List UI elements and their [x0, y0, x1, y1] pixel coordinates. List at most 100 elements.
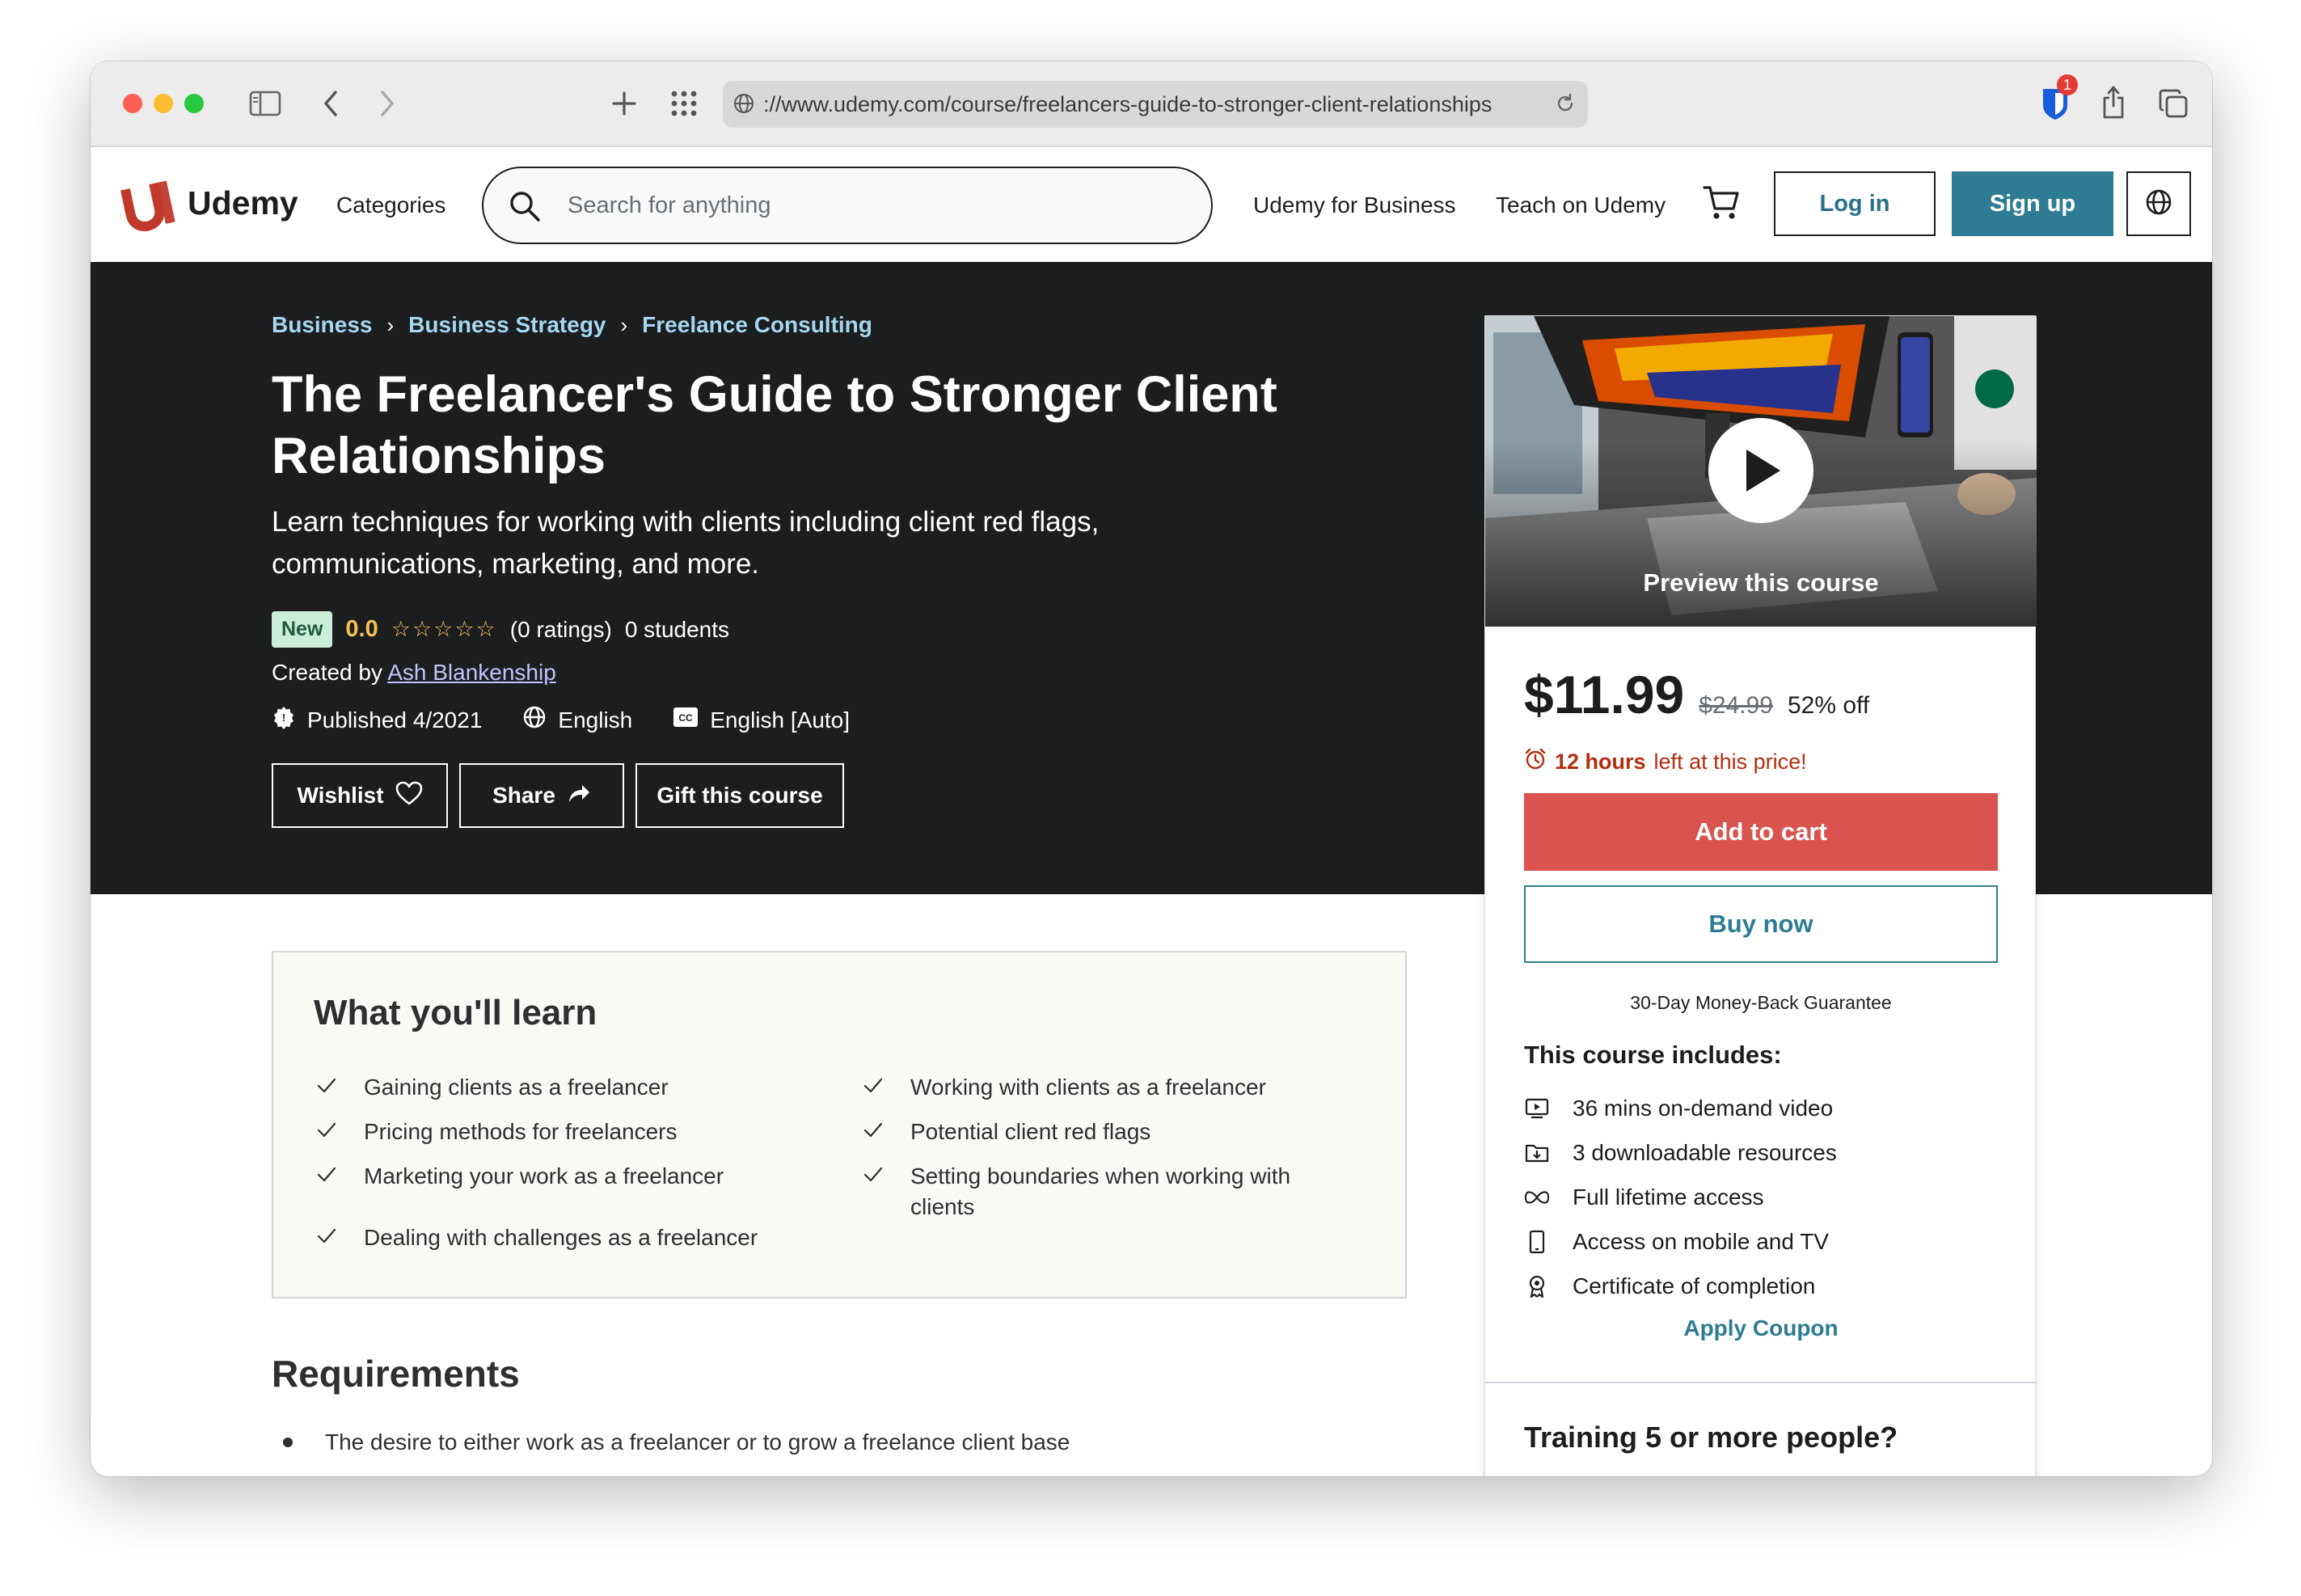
- new-badge: New: [272, 611, 333, 648]
- new-tab-icon[interactable]: [610, 89, 639, 118]
- includes-label: Certificate of completion: [1573, 1273, 1816, 1298]
- certificate-icon: [1524, 1274, 1550, 1298]
- breadcrumb-freelance-consulting[interactable]: Freelance Consulting: [642, 312, 872, 338]
- price-urgency: 12 hours left at this price!: [1524, 748, 1807, 776]
- learn-item: Marketing your work as a freelancer: [314, 1161, 799, 1192]
- includes-item: Certificate of completion: [1524, 1264, 2009, 1308]
- includes-item: Full lifetime access: [1524, 1175, 2009, 1219]
- includes-title: This course includes:: [1524, 1041, 1782, 1069]
- wishlist-button[interactable]: Wishlist: [272, 763, 448, 828]
- learn-item: Working with clients as a freelancer: [860, 1072, 1345, 1103]
- gift-course-button[interactable]: Gift this course: [635, 763, 844, 828]
- learn-title: What you'll learn: [314, 993, 597, 1032]
- udemy-logo-icon[interactable]: [115, 175, 181, 237]
- author-link[interactable]: Ash Blankenship: [387, 660, 556, 685]
- language-globe-icon: [522, 705, 547, 735]
- purchase-card: Preview this course $11.99 $24.99 52% of…: [1484, 315, 2037, 1476]
- course-preview-video[interactable]: Preview this course: [1485, 316, 2037, 627]
- search-bar[interactable]: [482, 167, 1213, 244]
- sidebar-toggle-icon[interactable]: [247, 87, 283, 120]
- course-captions: English [Auto]: [710, 707, 851, 733]
- zoom-window-button[interactable]: [184, 94, 204, 113]
- ratings-count[interactable]: (0 ratings): [510, 617, 612, 643]
- bullet-icon: [283, 1438, 293, 1447]
- extension-badge: 1: [2057, 74, 2078, 95]
- address-bar[interactable]: ://www.udemy.com/course/freelancers-guid…: [723, 81, 1588, 128]
- urgency-text: left at this price!: [1653, 749, 1807, 774]
- signup-button[interactable]: Sign up: [1952, 171, 2113, 236]
- forward-icon[interactable]: [375, 87, 399, 120]
- language-selector-button[interactable]: [2126, 171, 2191, 236]
- add-to-cart-button[interactable]: Add to cart: [1524, 793, 1998, 871]
- apply-coupon-link[interactable]: Apply Coupon: [1485, 1315, 2037, 1341]
- share-arrow-icon: [567, 783, 591, 809]
- course-subtitle: Learn techniques for working with client…: [272, 506, 1100, 580]
- close-window-button[interactable]: [123, 94, 142, 113]
- course-title: The Freelancer's Guide to Stronger Clien…: [272, 366, 1277, 484]
- checkmark-icon: [315, 1118, 338, 1149]
- includes-label: Access on mobile and TV: [1573, 1228, 1829, 1254]
- tab-overview-grid-icon[interactable]: [668, 89, 700, 118]
- udemy-logo-text[interactable]: Udemy: [188, 184, 298, 222]
- rating-value: 0.0: [345, 616, 378, 642]
- wishlist-label: Wishlist: [297, 783, 384, 808]
- breadcrumb: Business › Business Strategy › Freelance…: [272, 312, 872, 338]
- checkmark-icon: [862, 1118, 885, 1149]
- mobile-icon: [1524, 1230, 1550, 1254]
- learn-item: Pricing methods for freelancers: [314, 1117, 799, 1147]
- browser-window: ://www.udemy.com/course/freelancers-guid…: [91, 61, 2212, 1476]
- teach-on-udemy-link[interactable]: Teach on Udemy: [1496, 192, 1666, 218]
- learn-item: Potential client red flags: [860, 1117, 1345, 1147]
- breadcrumb-chevron-icon: ›: [386, 312, 395, 337]
- udemy-for-business-link[interactable]: Udemy for Business: [1253, 192, 1456, 218]
- breadcrumb-business[interactable]: Business: [272, 312, 373, 338]
- learn-item-text: Pricing methods for freelancers: [364, 1119, 678, 1144]
- learn-item-text: Setting boundaries when working with cli…: [910, 1163, 1291, 1219]
- includes-item: 3 downloadable resources: [1524, 1130, 2009, 1175]
- play-icon[interactable]: [1708, 418, 1813, 523]
- cart-icon[interactable]: [1703, 184, 1742, 226]
- checkmark-icon: [862, 1163, 885, 1193]
- download-icon: [1524, 1142, 1550, 1163]
- checkmark-icon: [315, 1163, 338, 1193]
- requirement-item: The desire to either work as a freelance…: [272, 1429, 1070, 1455]
- money-back-guarantee: 30-Day Money-Back Guarantee: [1630, 992, 1892, 1013]
- heart-icon: [395, 781, 423, 811]
- reload-icon[interactable]: [1554, 92, 1577, 120]
- learn-item-text: Marketing your work as a freelancer: [364, 1163, 724, 1189]
- svg-text:CC: CC: [679, 712, 694, 724]
- learn-item-text: Working with clients as a freelancer: [910, 1075, 1266, 1100]
- closed-captions-icon: CC: [673, 707, 699, 733]
- categories-menu[interactable]: Categories: [336, 192, 445, 218]
- learn-item-text: Dealing with challenges as a freelancer: [364, 1225, 758, 1250]
- share-button[interactable]: Share: [459, 763, 624, 828]
- includes-label: 3 downloadable resources: [1573, 1139, 1837, 1165]
- card-divider: [1485, 1382, 2037, 1383]
- created-by: Created by Ash Blankenship: [272, 660, 556, 686]
- browser-toolbar: ://www.udemy.com/course/freelancers-guid…: [91, 61, 2212, 147]
- infinity-icon: [1524, 1189, 1550, 1205]
- svg-text:!: !: [282, 711, 285, 724]
- breadcrumb-business-strategy[interactable]: Business Strategy: [408, 312, 606, 338]
- checkmark-icon: [862, 1074, 885, 1104]
- current-price: $11.99: [1524, 665, 1685, 724]
- what-youll-learn-box: What you'll learn Gaining clients as a f…: [272, 951, 1407, 1298]
- tabs-overview-icon[interactable]: [2155, 86, 2191, 121]
- learn-item-text: Gaining clients as a freelancer: [364, 1075, 669, 1100]
- buy-now-button[interactable]: Buy now: [1524, 885, 1998, 963]
- back-icon[interactable]: [319, 87, 343, 120]
- share-page-icon[interactable]: [2099, 82, 2128, 121]
- globe-icon: [733, 92, 755, 120]
- learn-column-right: Working with clients as a freelancer Pot…: [860, 1072, 1345, 1236]
- course-language: English: [558, 707, 633, 733]
- includes-list: 36 mins on-demand video 3 downloadable r…: [1524, 1086, 2009, 1308]
- search-input[interactable]: [568, 184, 1182, 226]
- learn-item-text: Potential client red flags: [910, 1119, 1151, 1144]
- minimize-window-button[interactable]: [154, 94, 173, 113]
- original-price: $24.99: [1699, 692, 1773, 719]
- login-button[interactable]: Log in: [1774, 171, 1936, 236]
- search-icon[interactable]: [508, 189, 542, 227]
- students-count: 0 students: [624, 616, 730, 642]
- new-release-icon: !: [272, 705, 296, 735]
- star-rating-icon: ☆☆☆☆☆: [391, 617, 497, 641]
